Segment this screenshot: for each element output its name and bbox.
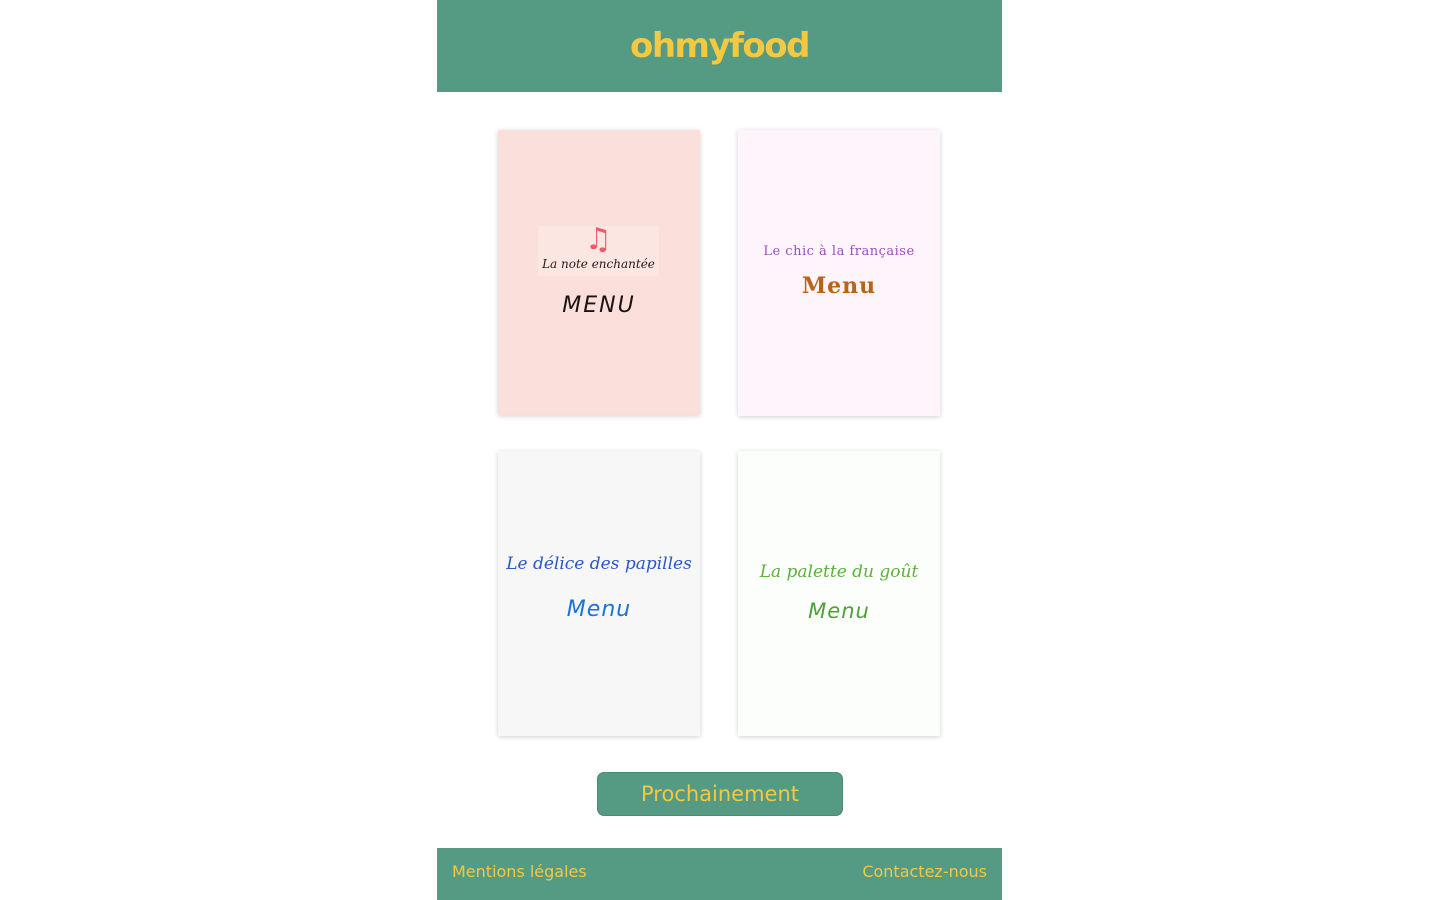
menu-card-le-delice-des-papilles[interactable]: Le délice des papilles Menu [498,451,700,736]
contact-link[interactable]: Contactez-nous [862,862,987,881]
prochainement-button[interactable]: Prochainement [597,772,843,816]
restaurant-name: Le chic à la française [763,244,915,259]
page: ohmyfood ♫ La note enchantée MENU Le chi… [437,0,1002,900]
restaurant-name: La note enchantée [542,257,655,271]
ohmyfood-logo[interactable]: ohmyfood [630,26,811,66]
restaurant-logo: ♫ La note enchantée [538,222,659,276]
site-header: ohmyfood [437,0,1002,92]
menu-title: Menu [808,599,870,623]
music-note-icon: ♫ [585,222,612,257]
site-footer: Mentions légales Contactez-nous [437,848,1002,900]
restaurant-name: Le délice des papilles [506,554,692,574]
menu-card-la-palette-du-gout[interactable]: La palette du goût Menu [738,451,940,736]
mentions-legales-link[interactable]: Mentions légales [452,862,587,881]
menu-title: Menu [801,273,877,299]
menu-card-le-chic-a-la-francaise[interactable]: Le chic à la française Menu [738,130,940,416]
menu-title: MENU [562,293,636,318]
restaurant-name: La palette du goût [759,562,919,582]
menu-title: Menu [566,597,632,622]
menu-card-la-note-enchantee[interactable]: ♫ La note enchantée MENU [498,130,700,415]
